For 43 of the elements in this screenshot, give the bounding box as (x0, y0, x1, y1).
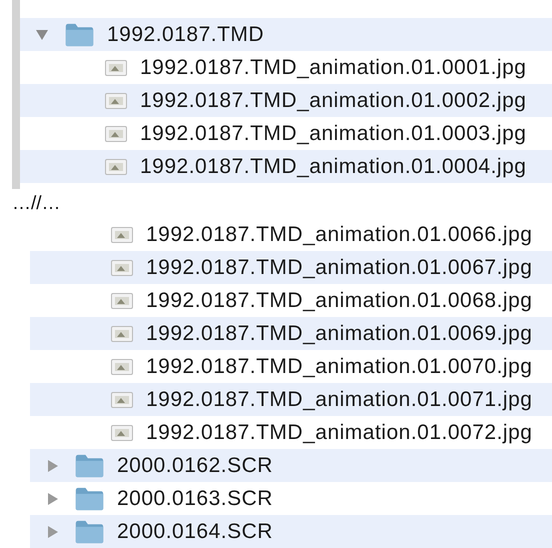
file-name: 1992.0187.TMD_animation.01.0071.jpg (146, 388, 532, 412)
file-row[interactable]: 1992.0187.TMD_animation.01.0067.jpg (30, 251, 552, 284)
image-file-icon (105, 92, 127, 108)
image-file-icon (105, 60, 127, 76)
file-name: 1992.0187.TMD_animation.01.0004.jpg (140, 154, 526, 178)
folder-icon (75, 486, 104, 510)
image-file-icon (111, 326, 133, 342)
folder-icon (75, 520, 104, 544)
folder-name: 2000.0163.SCR (117, 486, 273, 510)
file-row[interactable]: 1992.0187.TMD_animation.01.0004.jpg (20, 150, 552, 183)
image-file-icon (111, 260, 133, 276)
image-file-icon (111, 226, 133, 242)
file-name: 1992.0187.TMD_animation.01.0001.jpg (140, 56, 526, 80)
expand-triangle-icon[interactable] (45, 458, 59, 472)
file-name: 1992.0187.TMD_animation.01.0002.jpg (140, 88, 526, 112)
image-file-icon (111, 424, 133, 440)
expand-triangle-icon[interactable] (45, 492, 59, 506)
folder-row[interactable]: 1992.0187.TMD (20, 18, 552, 51)
file-name: 1992.0187.TMD_animation.01.0068.jpg (146, 288, 532, 312)
image-file-icon (105, 158, 127, 174)
folder-icon (75, 454, 104, 478)
file-row[interactable]: 1992.0187.TMD_animation.01.0069.jpg (30, 317, 552, 350)
folder-icon (65, 22, 94, 46)
file-name: 1992.0187.TMD_animation.01.0003.jpg (140, 122, 526, 146)
collapse-triangle-icon[interactable] (35, 28, 49, 42)
file-name: 1992.0187.TMD_animation.01.0070.jpg (146, 354, 532, 378)
folder-row[interactable]: 2000.0162.SCR (30, 449, 552, 482)
image-file-icon (111, 392, 133, 408)
folder-row[interactable]: 2000.0164.SCR (30, 515, 552, 548)
image-file-icon (105, 126, 127, 142)
file-name: 1992.0187.TMD_animation.01.0067.jpg (146, 256, 532, 280)
expand-triangle-icon[interactable] (45, 524, 59, 538)
file-row[interactable]: 1992.0187.TMD_animation.01.0002.jpg (20, 84, 552, 117)
omission-mark: …//… (12, 192, 61, 214)
file-name: 1992.0187.TMD_animation.01.0072.jpg (146, 420, 532, 444)
file-name: 1992.0187.TMD_animation.01.0066.jpg (146, 222, 532, 246)
image-file-icon (111, 358, 133, 374)
folder-name: 2000.0164.SCR (117, 520, 273, 544)
folder-name: 1992.0187.TMD (107, 22, 264, 46)
file-row[interactable]: 1992.0187.TMD_animation.01.0071.jpg (30, 383, 552, 416)
image-file-icon (111, 292, 133, 308)
folder-name: 2000.0162.SCR (117, 454, 273, 478)
file-name: 1992.0187.TMD_animation.01.0069.jpg (146, 322, 532, 346)
